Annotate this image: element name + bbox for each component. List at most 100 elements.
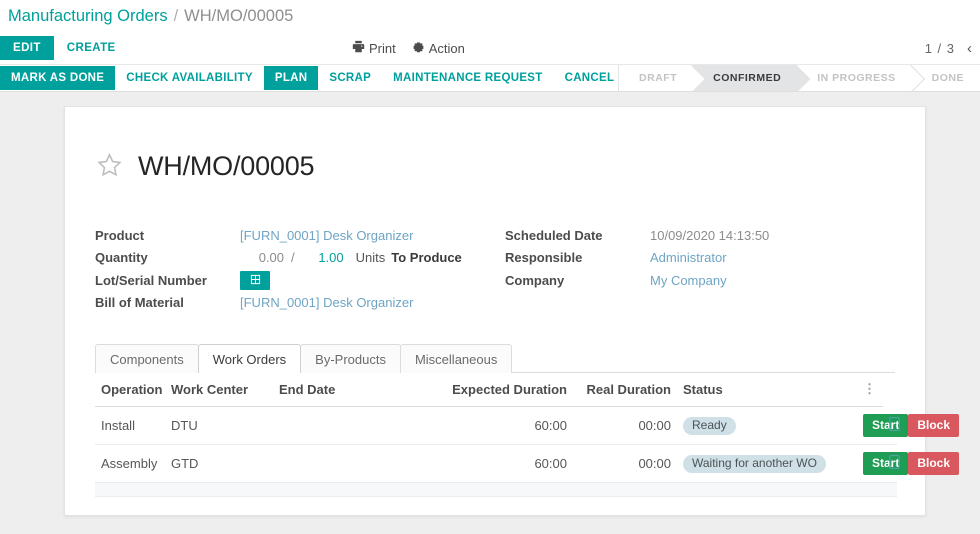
form-fields: Product [FURN_0001] Desk Organizer Quant… xyxy=(95,224,895,314)
cell-real-duration: 00:00 xyxy=(573,444,677,484)
breadcrumb-separator: / xyxy=(173,6,179,25)
favorite-star-icon[interactable] xyxy=(95,151,124,183)
field-scheduled-date-value[interactable]: 10/09/2020 14:13:50 xyxy=(650,228,769,243)
table-row[interactable]: Assembly GTD 60:00 00:00 Waiting for another… xyxy=(95,444,960,484)
tab-components[interactable]: Components xyxy=(95,344,199,374)
action-label: Action xyxy=(428,40,465,56)
status-badge: Ready xyxy=(683,416,736,435)
workflow-button-mark-as-done[interactable]: MARK AS DONE xyxy=(0,66,116,90)
field-product-label: Product xyxy=(95,227,145,243)
field-lot-serial: Lot/Serial Number xyxy=(95,269,505,292)
tablet-icon[interactable] xyxy=(889,455,900,472)
tab-miscellaneous[interactable]: Miscellaneous xyxy=(399,344,513,374)
workflow-button-plan[interactable]: PLAN xyxy=(263,66,319,90)
column-options-icon[interactable]: ⋮ xyxy=(857,373,883,408)
cell-expected-duration: 60:00 xyxy=(423,406,573,446)
form-group-right: Scheduled Date 10/09/2020 14:13:50 Respo… xyxy=(505,224,769,314)
pager: 1 / 3 ‹ xyxy=(925,32,972,64)
action-menu[interactable]: Action xyxy=(412,40,465,56)
printer-icon xyxy=(352,40,365,56)
block-button[interactable]: Block xyxy=(908,452,960,476)
grid-icon xyxy=(250,273,261,288)
record-title-row: WH/MO/00005 xyxy=(95,133,895,200)
column-header-end-date[interactable]: End Date xyxy=(273,373,423,408)
field-responsible-label: Responsible xyxy=(505,250,583,266)
workflow-button-check-availability[interactable]: CHECK AVAILABILITY xyxy=(115,66,264,90)
work-orders-table: Operation Work Center End Date Expected Dur… xyxy=(95,373,960,498)
tab-work-orders[interactable]: Work Orders xyxy=(197,344,302,374)
start-button[interactable]: Start xyxy=(863,414,909,438)
control-panel-dropdowns: Print Action xyxy=(352,32,465,64)
edit-button[interactable]: EDIT xyxy=(0,36,54,60)
field-lot-serial-label: Lot/Serial Number xyxy=(95,272,207,288)
quantity-suffix: To Produce xyxy=(391,250,462,266)
breadcrumb: Manufacturing Orders / WH/MO/00005 xyxy=(0,0,980,32)
notebook: Components Work Orders By-Products Miscella… xyxy=(95,344,960,498)
workflow-button-cancel[interactable]: CANCEL xyxy=(554,66,626,90)
field-quantity-label: Quantity xyxy=(95,250,148,266)
control-panel-actions: EDIT CREATE Print Action 1 / 3 ‹ xyxy=(0,32,980,64)
cell-work-center: GTD xyxy=(165,444,273,484)
column-header-status[interactable]: Status xyxy=(677,373,857,408)
tab-by-products[interactable]: By-Products xyxy=(300,344,401,374)
tabs-filler xyxy=(511,372,895,374)
cell-end-date xyxy=(273,444,423,484)
workflow-statusbar-row: MARK AS DONE CHECK AVAILABILITY PLAN SCRAP M… xyxy=(0,64,980,92)
field-company-label: Company xyxy=(505,272,565,288)
record-sheet: WH/MO/00005 Product [FURN_0001] Desk Org… xyxy=(64,106,960,516)
tablet-icon[interactable] xyxy=(889,416,900,434)
cell-real-duration: 00:00 xyxy=(573,406,677,446)
page-title: WH/MO/00005 xyxy=(138,151,315,182)
print-label: Print xyxy=(369,40,396,56)
quantity-values: 0.00 / 1.00 Units To Produce xyxy=(240,250,462,265)
notebook-tabs: Components Work Orders By-Products Miscella… xyxy=(95,344,895,374)
field-company-value[interactable]: My Company xyxy=(650,273,727,288)
start-button[interactable]: Start xyxy=(863,452,909,476)
column-header-real-duration[interactable]: Real Duration xyxy=(573,373,677,408)
lot-serial-generate-button[interactable] xyxy=(240,270,270,290)
quantity-to-produce[interactable]: 1.00 xyxy=(302,250,343,265)
gear-icon xyxy=(412,40,425,56)
add-a-line-row[interactable] xyxy=(95,482,897,498)
workflow-button-scrap[interactable]: SCRAP xyxy=(318,66,382,90)
cell-status: Waiting for another WO xyxy=(677,444,857,484)
block-button[interactable]: Block xyxy=(908,414,960,438)
cell-expected-duration: 60:00 xyxy=(423,444,573,484)
status-badge: Waiting for another WO xyxy=(683,454,826,473)
form-group-left: Product [FURN_0001] Desk Organizer Quant… xyxy=(95,224,505,314)
workflow-buttons: MARK AS DONE CHECK AVAILABILITY PLAN SCRAP M… xyxy=(0,65,625,91)
status-step-draft[interactable]: DRAFT xyxy=(619,65,694,91)
table-header: Operation Work Center End Date Expected Dur… xyxy=(95,373,897,408)
status-step-confirmed[interactable]: CONFIRMED xyxy=(693,65,798,91)
quantity-uom: Units xyxy=(355,250,386,266)
cell-operation: Assembly xyxy=(95,444,165,484)
table-header-row: Operation Work Center End Date Expected Dur… xyxy=(95,373,897,408)
create-button[interactable]: CREATE xyxy=(54,36,129,60)
table-row[interactable]: Install DTU 60:00 00:00 Ready Start Block xyxy=(95,406,960,446)
field-company: Company My Company xyxy=(505,269,769,292)
cell-row-actions: Start Block xyxy=(857,444,960,484)
column-header-expected-duration[interactable]: Expected Duration xyxy=(423,373,573,408)
field-bom-value[interactable]: [FURN_0001] Desk Organizer xyxy=(240,295,413,310)
column-header-operation[interactable]: Operation xyxy=(95,373,165,408)
field-responsible-value[interactable]: Administrator xyxy=(650,250,727,265)
field-scheduled-date-label: Scheduled Date xyxy=(505,227,603,243)
field-quantity: Quantity 0.00 / 1.00 Units To Produce xyxy=(95,247,505,270)
field-scheduled-date: Scheduled Date 10/09/2020 14:13:50 xyxy=(505,224,769,247)
table-body: Install DTU 60:00 00:00 Ready Start Block Assem… xyxy=(95,406,960,498)
print-menu[interactable]: Print xyxy=(352,40,396,56)
field-product: Product [FURN_0001] Desk Organizer xyxy=(95,224,505,247)
pager-previous-icon[interactable]: ‹ xyxy=(967,41,972,56)
status-bar: DRAFT CONFIRMED IN PROGRESS DONE xyxy=(618,65,980,91)
add-a-line-cell[interactable] xyxy=(95,482,897,498)
field-product-value[interactable]: [FURN_0001] Desk Organizer xyxy=(240,228,413,243)
odoo-manufacturing-order-screen: Manufacturing Orders / WH/MO/00005 EDIT … xyxy=(0,0,980,534)
field-bom-label: Bill of Material xyxy=(95,295,184,311)
status-step-in-progress[interactable]: IN PROGRESS xyxy=(797,65,912,91)
workflow-button-maintenance-request[interactable]: MAINTENANCE REQUEST xyxy=(382,66,553,90)
pager-count: 1 / 3 xyxy=(924,40,955,56)
cell-row-actions: Start Block xyxy=(857,406,960,446)
column-header-work-center[interactable]: Work Center xyxy=(165,373,273,408)
breadcrumb-root-link[interactable]: Manufacturing Orders xyxy=(8,7,168,26)
field-responsible: Responsible Administrator xyxy=(505,247,769,270)
